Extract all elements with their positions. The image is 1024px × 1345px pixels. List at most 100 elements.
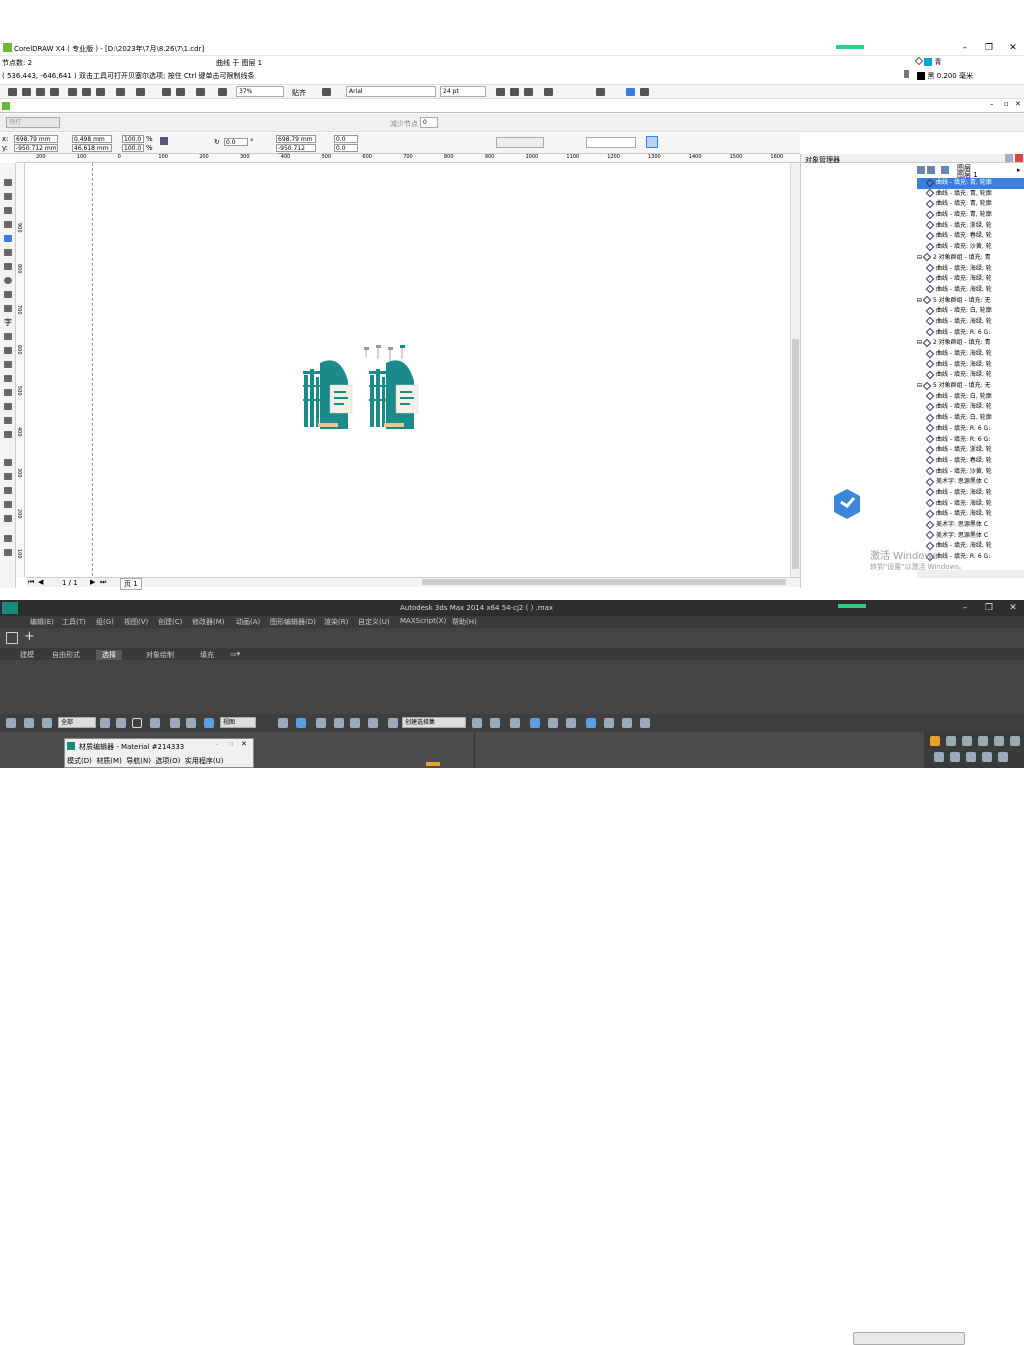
fill-select[interactable] [586, 137, 636, 148]
close-icon[interactable]: ✕ [1006, 43, 1020, 53]
mat-menu-utilities[interactable]: 实用程序(U) [185, 757, 224, 765]
scale-y-input[interactable]: 100.0 [122, 144, 144, 152]
fill-tool-icon[interactable] [4, 417, 12, 424]
snap-menu[interactable]: 贴齐 [292, 88, 306, 98]
tab-modeling[interactable]: 建模 [20, 650, 34, 660]
style-select[interactable]: 预打 [6, 117, 60, 128]
minimize-icon[interactable]: – [958, 43, 972, 53]
doc-close-icon[interactable]: ✕ [1015, 100, 1021, 108]
object-row[interactable]: 美术字: 思源黑体 C [917, 520, 1024, 531]
y-position-input[interactable]: -950.712 mm [14, 144, 58, 152]
3dsmax-logo-icon[interactable] [2, 602, 18, 614]
object-row[interactable]: 曲线 - 填充: 海绿, 轮 [917, 263, 1024, 275]
schematic-view-icon[interactable] [566, 718, 576, 728]
menu-group[interactable]: 组(G) [96, 617, 114, 627]
object-row[interactable]: 曲线 - 填充: 浙绿, 轮 [917, 221, 1024, 232]
menu-create[interactable]: 创建(C) [158, 617, 182, 627]
transparency-tool-icon[interactable] [4, 501, 12, 508]
object-row[interactable]: 曲线 - 填充: 海绿, 轮 [917, 488, 1024, 499]
object-row[interactable]: 曲线 - 填充: 白, 轮廓 [917, 392, 1024, 403]
object-row[interactable]: 美术字: 思源黑体 C [917, 530, 1024, 542]
table-tool-icon[interactable] [4, 333, 12, 340]
menu-maxscript[interactable]: MAXScript(X) [400, 617, 446, 625]
rendered-frame-icon[interactable] [622, 718, 632, 728]
tab-selection[interactable]: 选择 [96, 650, 122, 660]
show-properties-icon[interactable] [917, 166, 925, 174]
menu-modifiers[interactable]: 修改器(M) [192, 617, 225, 627]
print-icon[interactable] [50, 88, 59, 96]
object-row[interactable]: 美术字: 思源黑体 C [917, 477, 1024, 488]
maximize-icon[interactable]: ❐ [982, 43, 996, 53]
edit-named-selection-icon[interactable] [388, 718, 398, 728]
drawing-canvas[interactable] [26, 163, 790, 576]
mat-menu-options[interactable]: 选项(O) [155, 757, 180, 765]
rotation-input[interactable]: 0.0 [224, 138, 248, 146]
mat-menu-material[interactable]: 材质(M) [96, 757, 122, 765]
geometry-icon[interactable] [934, 752, 944, 762]
character-format-icon[interactable] [596, 88, 605, 96]
object-row[interactable]: 曲线 - 填充: 春绿, 轮 [917, 456, 1024, 467]
object-row[interactable]: 曲线 - 填充: 青, 轮廓 [917, 188, 1024, 200]
object-row[interactable]: 曲线 - 填充: 青, 轮廓 [917, 199, 1024, 210]
max-maximize-icon[interactable]: ❐ [982, 603, 996, 613]
max-add-icon[interactable]: + [24, 629, 35, 644]
object-row[interactable]: 曲线 - 填充: 海绿, 轮 [917, 349, 1024, 360]
hierarchy-panel-icon[interactable] [962, 736, 972, 746]
connector-tool-icon[interactable] [4, 361, 12, 368]
font-size-select[interactable]: 24 pt [440, 86, 486, 97]
vertical-text-icon[interactable] [640, 88, 649, 96]
zoom-tool-icon[interactable] [4, 221, 12, 228]
shapes-icon[interactable] [950, 752, 960, 762]
docker-close-icon[interactable] [1015, 154, 1023, 162]
display-panel-icon[interactable] [994, 736, 1004, 746]
options-icon[interactable] [322, 88, 331, 96]
undo-icon[interactable] [116, 88, 125, 96]
object-group-row[interactable]: ⊟ 5 对象群组 - 填充: 无 [917, 381, 1024, 392]
mat-close-icon[interactable]: ✕ [241, 740, 247, 748]
mirror-icon[interactable] [472, 718, 482, 728]
first-page-icon[interactable]: ⏮ [28, 578, 34, 587]
menu-help[interactable]: 帮助(H) [452, 617, 477, 627]
render-production-icon[interactable] [640, 718, 650, 728]
lock-ratio-icon[interactable] [160, 137, 168, 145]
hand-icon[interactable] [646, 136, 658, 148]
unlink-icon[interactable] [24, 718, 34, 728]
italic-icon[interactable] [510, 88, 519, 96]
blend-tool-icon[interactable] [4, 375, 12, 382]
tab-freeform[interactable]: 自由形式 [52, 650, 80, 660]
menu-tools[interactable]: 工具(T) [62, 617, 86, 627]
utilities-panel-icon[interactable] [1010, 736, 1020, 746]
object-group-row[interactable]: ⊟ 2 对象群组 - 填充: 青 [917, 338, 1024, 349]
object-row[interactable]: 曲线 - 填充: R: 6 G: [917, 434, 1024, 446]
edit-across-layers-icon[interactable] [927, 166, 935, 174]
launcher-icon[interactable] [196, 88, 205, 96]
object-row[interactable]: 曲线 - 填充: 沙黄, 轮 [917, 466, 1024, 478]
bold-icon[interactable] [496, 88, 505, 96]
spinner-snap-icon[interactable] [368, 718, 378, 728]
mat-menu-navigation[interactable]: 导航(N) [126, 757, 151, 765]
tab-object-paint[interactable]: 对象绘制 [146, 650, 174, 660]
floating-shield-icon[interactable] [833, 488, 861, 520]
reference-coordinate-select[interactable]: 视图 [220, 717, 256, 728]
welcome-icon[interactable] [218, 88, 227, 96]
shape-tool-icon[interactable] [4, 193, 12, 200]
max-close-icon[interactable]: ✕ [1006, 603, 1020, 613]
pivot-icon[interactable] [278, 718, 288, 728]
link-icon[interactable] [6, 718, 16, 728]
last-page-icon[interactable]: ⏭ [100, 578, 106, 587]
select-object-icon[interactable] [100, 718, 110, 728]
tab-populate[interactable]: 填充 [200, 650, 214, 660]
object-row[interactable]: 曲线 - 填充: 海绿, 轮 [917, 285, 1024, 296]
mat-minimize-icon[interactable]: – [215, 740, 219, 748]
offset-x-input[interactable]: 0.0 [334, 135, 358, 143]
curve-editor-icon[interactable] [548, 718, 558, 728]
object-group-row[interactable]: ⊟ 5 对象群组 - 填充: 无 [917, 295, 1024, 307]
eyedropper-tool-icon[interactable] [4, 389, 12, 396]
bind-spacewarp-icon[interactable] [42, 718, 52, 728]
prev-page-icon[interactable]: ◀ [38, 578, 43, 586]
interactive-fill-icon[interactable] [4, 431, 12, 438]
vertical-scroll-thumb[interactable] [792, 339, 799, 569]
underline-icon[interactable] [524, 88, 533, 96]
outline-width-select[interactable] [496, 137, 544, 148]
ellipse-tool-icon[interactable] [4, 277, 12, 284]
